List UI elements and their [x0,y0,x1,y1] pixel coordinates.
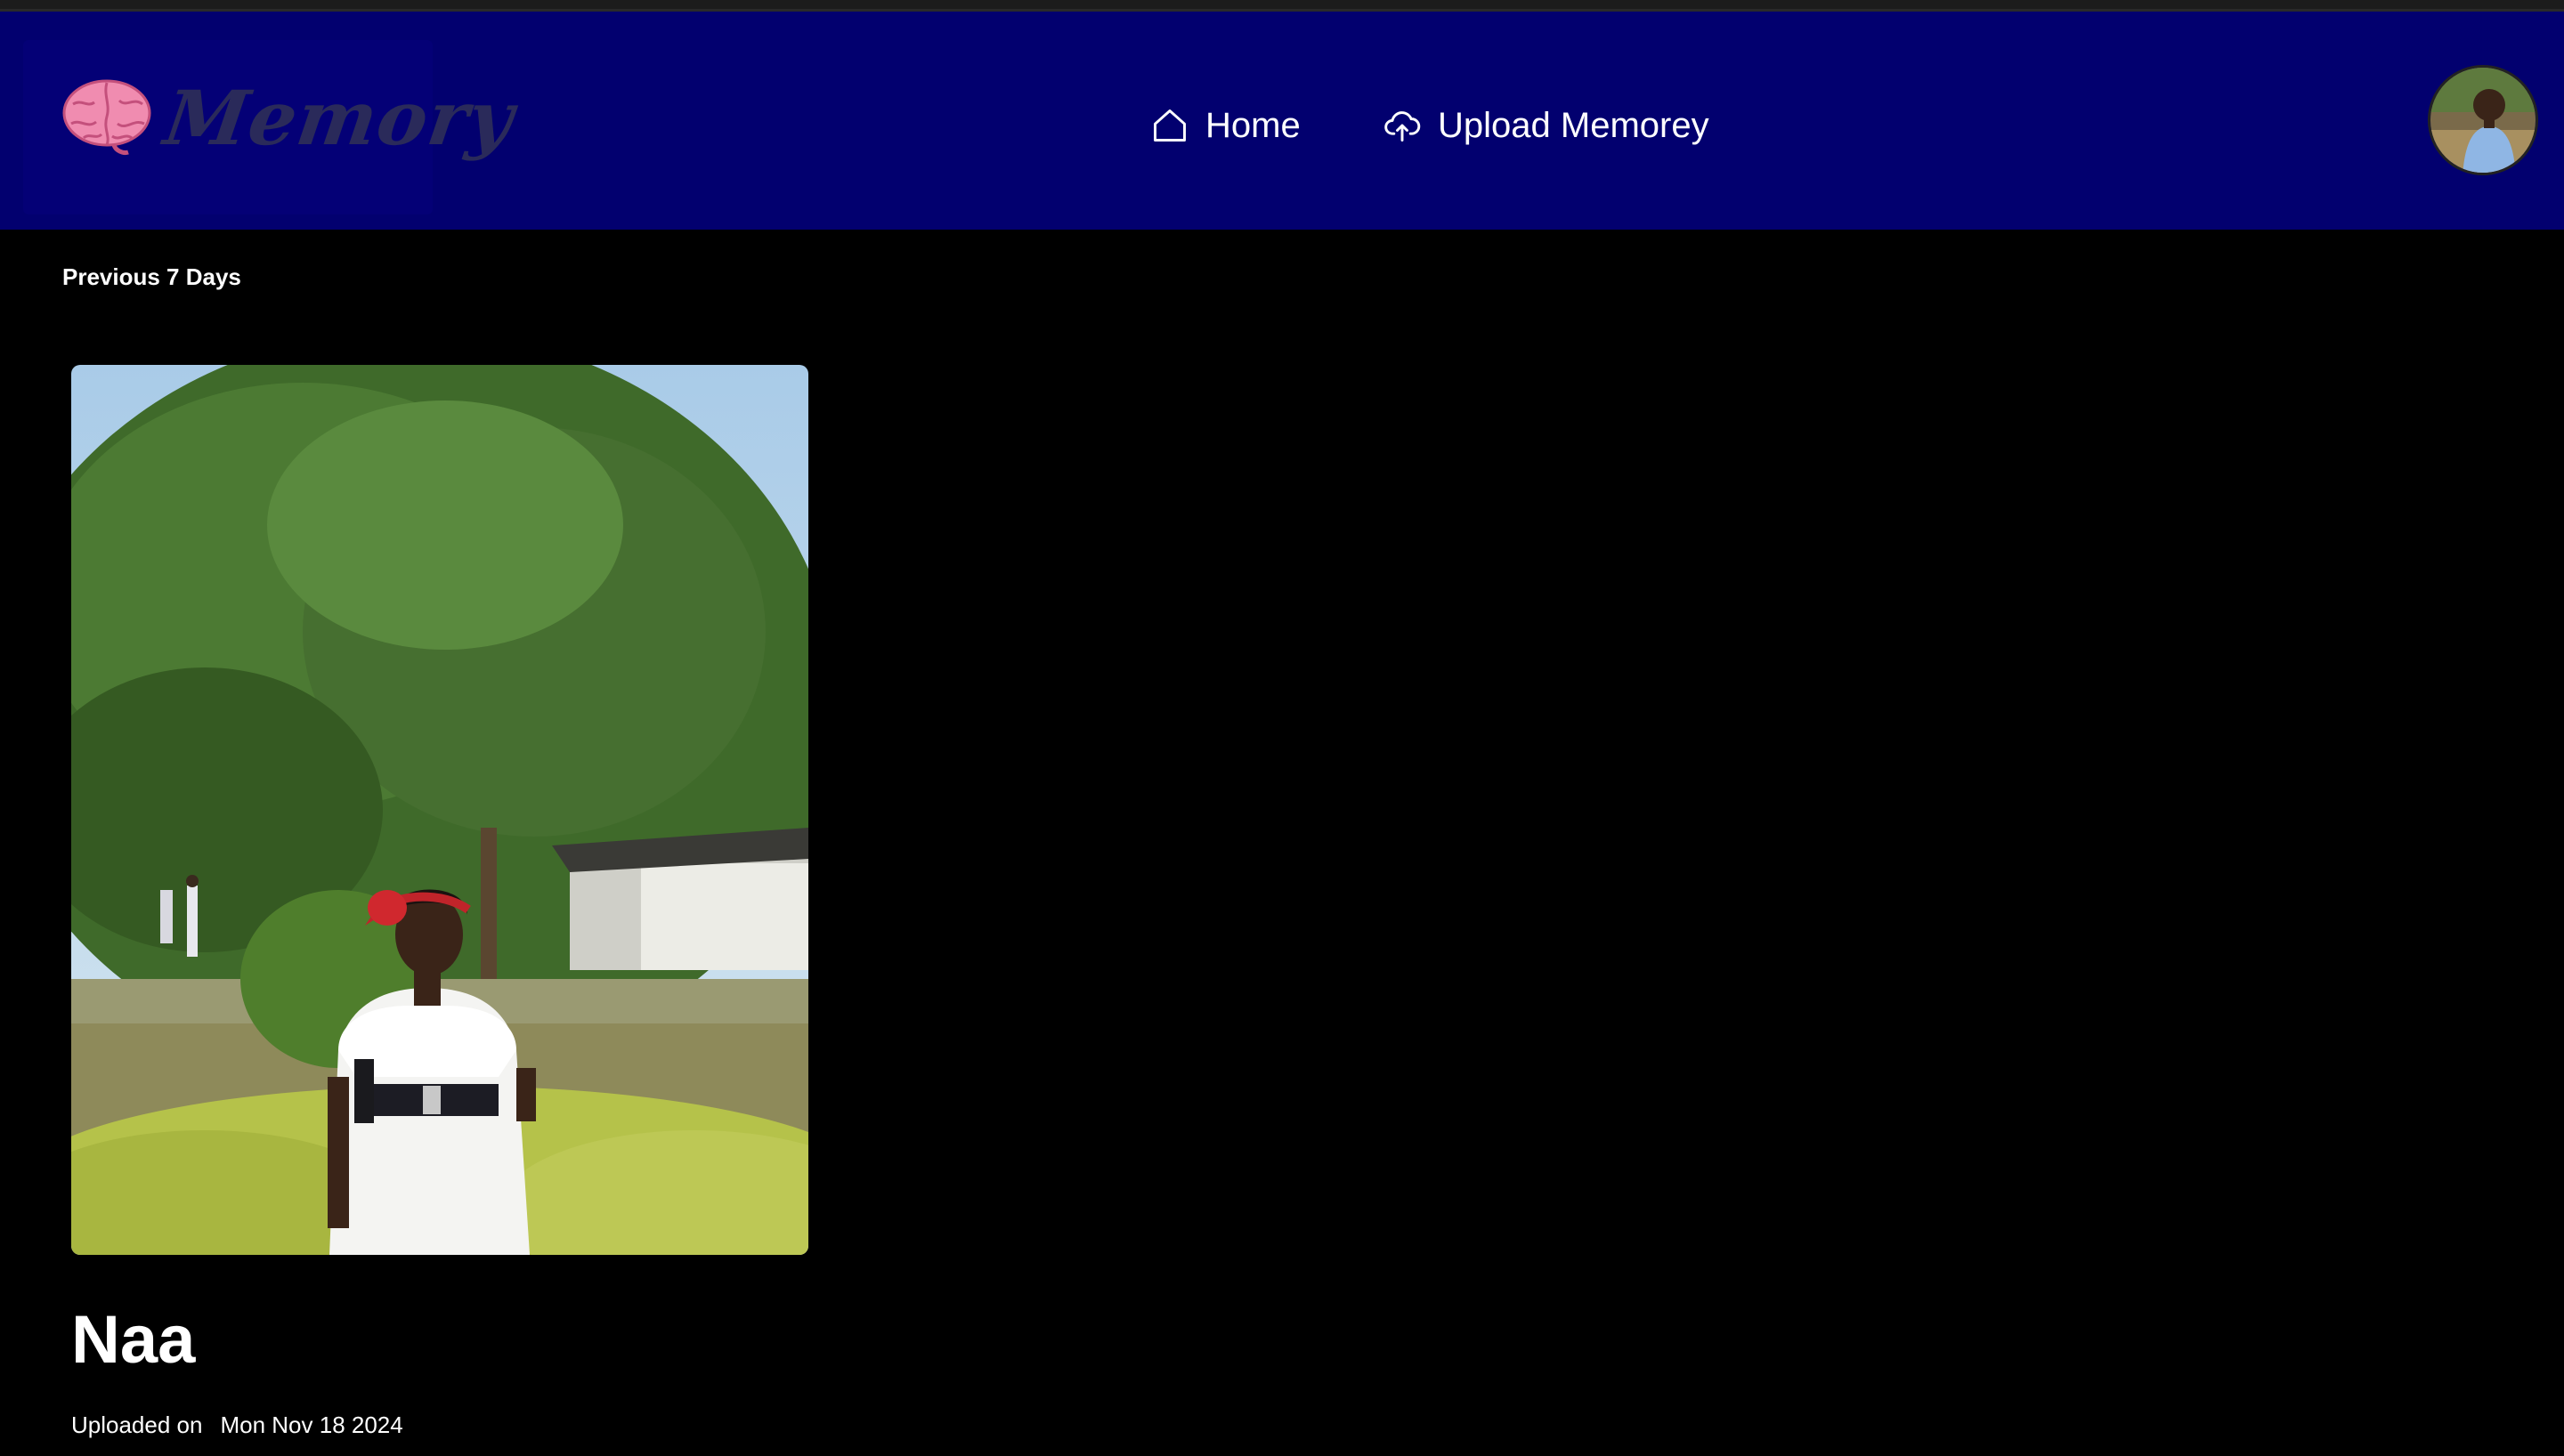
memory-meta: Uploaded on Mon Nov 18 2024 [71,1412,403,1439]
brand-logo[interactable]: Memory [23,40,519,214]
avatar-image [2430,68,2536,173]
home-icon [1154,109,1186,142]
nav-upload-label: Upload Memorey [1438,105,1709,145]
uploaded-label: Uploaded on [71,1412,203,1438]
nav-home-label: Home [1205,105,1301,145]
cloud-upload-icon [1384,111,1421,142]
memory-photo[interactable] [71,365,808,1255]
brand-name: Memory [159,74,520,162]
section-label: Previous 7 Days [62,263,241,290]
nav-upload-link[interactable]: Upload Memorey [1383,90,1709,161]
nav-home-link[interactable]: Home [1150,90,1301,161]
uploaded-date: Mon Nov 18 2024 [220,1412,403,1438]
navbar: Memory Home Upload Memorey [0,12,2564,230]
brain-icon [62,79,151,155]
window-top-strip [0,0,2564,12]
memory-title: Naa [71,1302,196,1378]
memory-photo-image [71,365,808,1255]
user-avatar[interactable] [2428,65,2538,175]
